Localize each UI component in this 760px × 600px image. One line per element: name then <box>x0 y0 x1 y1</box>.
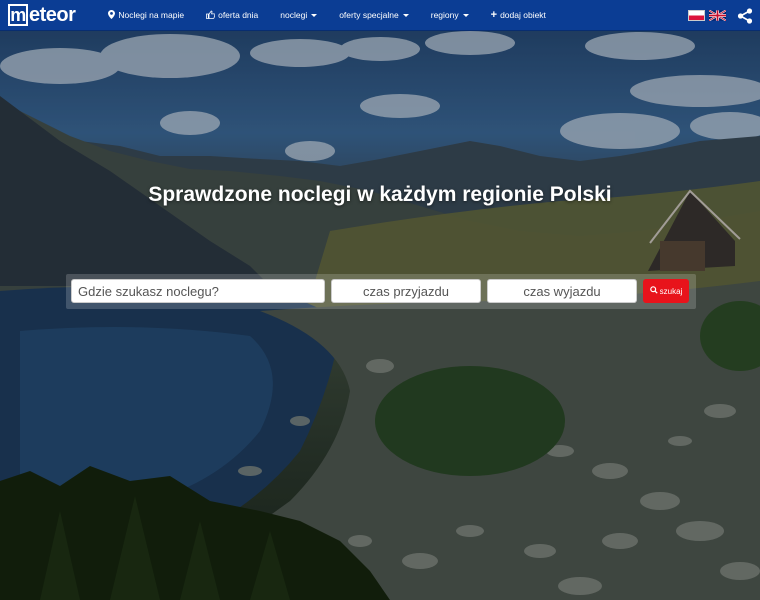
nav-label: oferta dnia <box>218 10 259 20</box>
nav-right <box>688 0 754 31</box>
caret-down-icon <box>462 13 469 17</box>
arrival-date-input[interactable] <box>331 279 481 303</box>
search-button[interactable]: szukaj <box>643 279 689 303</box>
caret-down-icon <box>402 13 409 17</box>
hero-title: Sprawdzone noclegi w każdym regionie Pol… <box>148 183 612 206</box>
share-icon[interactable] <box>736 7 754 25</box>
nav-item-regions[interactable]: regiony <box>420 0 480 31</box>
nav-label: Noclegi na mapie <box>118 10 185 20</box>
nav-label: oferty specjalne <box>339 10 399 20</box>
hero-section: Sprawdzone noclegi w każdym regionie Pol… <box>0 31 760 600</box>
main-nav: Noclegi na mapie oferta dnia noclegi ofe… <box>97 0 557 31</box>
search-icon <box>649 286 658 296</box>
location-search-input[interactable] <box>71 279 325 303</box>
plus-icon: + <box>490 9 498 21</box>
nav-item-offer-of-day[interactable]: oferta dnia <box>195 0 269 31</box>
mountain-landscape-background <box>0 31 760 600</box>
pl-flag-icon[interactable] <box>688 10 705 21</box>
top-navbar: m eteor Noclegi na mapie oferta dnia noc… <box>0 0 760 31</box>
map-marker-icon <box>108 9 116 21</box>
logo-text: eteor <box>29 3 76 26</box>
departure-date-input[interactable] <box>487 279 637 303</box>
caret-down-icon <box>311 13 318 17</box>
nav-item-add-object[interactable]: + dodaj obiekt <box>480 0 557 31</box>
nav-label: regiony <box>430 10 459 20</box>
meteor-logo[interactable]: m eteor <box>8 0 76 31</box>
logo-mark: m <box>8 4 28 26</box>
nav-label: dodaj obiekt <box>500 10 546 20</box>
nav-label: noclegi <box>280 10 308 20</box>
nav-item-noclegi[interactable]: noclegi <box>269 0 328 31</box>
nav-item-map[interactable]: Noclegi na mapie <box>97 0 195 31</box>
uk-flag-icon[interactable] <box>709 10 726 21</box>
nav-item-special-offers[interactable]: oferty specjalne <box>328 0 420 31</box>
thumbs-up-icon <box>206 10 216 21</box>
search-button-label: szukaj <box>659 286 683 296</box>
search-bar: szukaj <box>66 274 696 309</box>
